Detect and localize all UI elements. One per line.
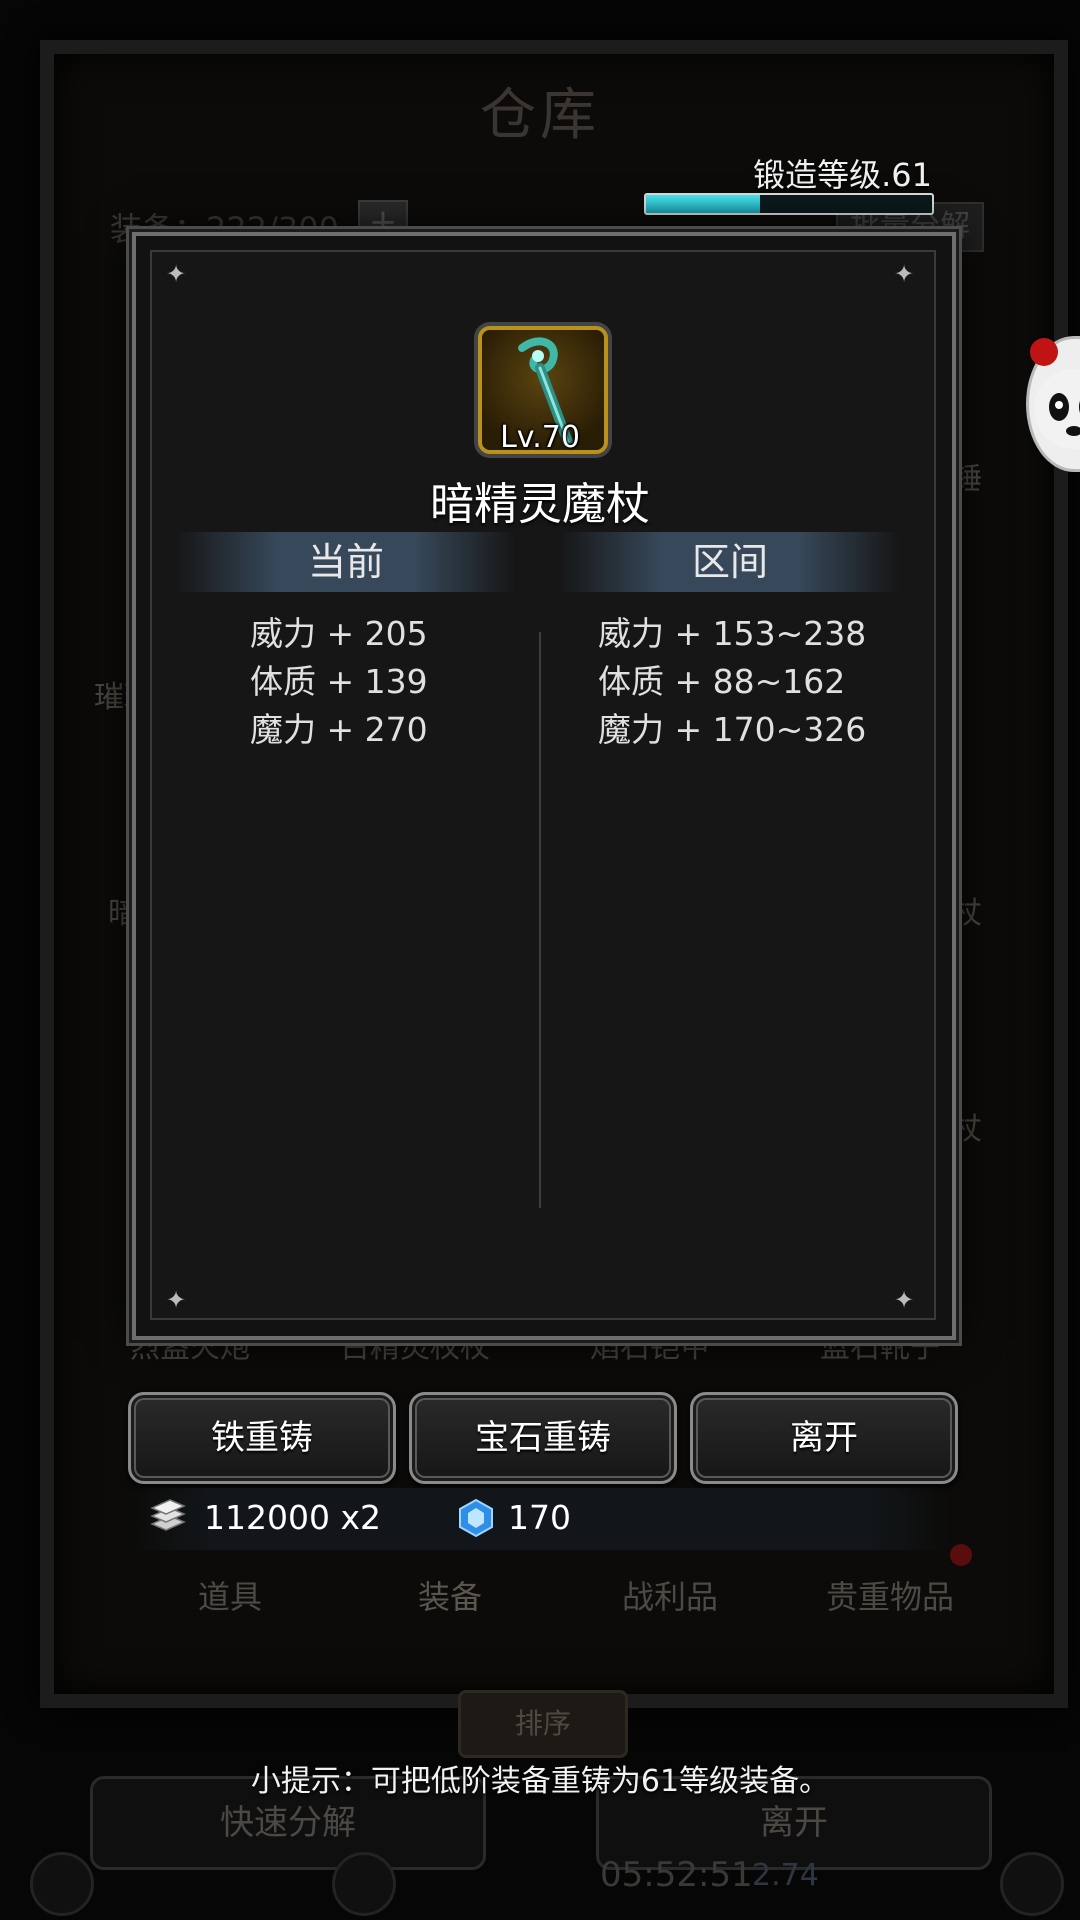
item-level: Lv.70 bbox=[500, 420, 580, 455]
sort-button[interactable]: 排序 bbox=[458, 1690, 628, 1758]
warehouse-title: 仓库 bbox=[480, 83, 600, 148]
current-stat-power: 威力 + 205 bbox=[250, 614, 428, 653]
menu-circle-icon[interactable] bbox=[332, 1852, 396, 1916]
countdown-timer: 05:52:51 bbox=[600, 1855, 753, 1895]
menu-circle-icon[interactable] bbox=[30, 1852, 94, 1916]
range-stat-magic: 魔力 + 170~326 bbox=[598, 710, 867, 749]
gem-counter-partial: 2.74 bbox=[752, 1858, 819, 1893]
tab-loot[interactable]: 战利品 bbox=[560, 1572, 780, 1632]
current-stat-constitution: 体质 + 139 bbox=[250, 662, 428, 701]
bg-item-label: 锤 bbox=[952, 462, 982, 497]
range-stat-constitution: 体质 + 88~162 bbox=[598, 662, 846, 701]
iron-ingot-icon bbox=[148, 1498, 188, 1538]
range-stat-power: 威力 + 153~238 bbox=[598, 614, 867, 653]
gem-reforge-button[interactable]: 宝石重铸 bbox=[409, 1392, 677, 1484]
tab-valuables[interactable]: 贵重物品 bbox=[780, 1572, 1000, 1632]
current-stat-magic: 魔力 + 270 bbox=[250, 710, 428, 749]
corner-star-icon: ✦ bbox=[165, 260, 187, 288]
range-stats-list: 威力 + 153~238 体质 + 88~162 魔力 + 170~326 bbox=[598, 610, 866, 754]
iron-reforge-button[interactable]: 铁重铸 bbox=[128, 1392, 396, 1484]
bg-item-label: 杖 bbox=[952, 896, 982, 931]
current-column-header: 当前 bbox=[176, 532, 516, 592]
current-stats-list: 威力 + 205 体质 + 139 魔力 + 270 bbox=[250, 610, 428, 754]
tab-equipment[interactable]: 装备 bbox=[340, 1572, 560, 1632]
leave-button[interactable]: 离开 bbox=[690, 1392, 958, 1484]
panda-badge bbox=[1030, 338, 1058, 366]
corner-star-icon: ✦ bbox=[165, 1286, 187, 1314]
range-column-header: 区间 bbox=[560, 532, 900, 592]
column-divider bbox=[539, 632, 541, 1208]
corner-star-icon: ✦ bbox=[893, 1286, 915, 1314]
forge-level-progress-bar bbox=[644, 193, 934, 215]
notification-dot bbox=[950, 1544, 972, 1566]
blue-gem-icon bbox=[456, 1498, 496, 1538]
tab-items[interactable]: 道具 bbox=[120, 1572, 340, 1632]
bg-item-label: 杖 bbox=[952, 1112, 982, 1147]
hint-text: 小提示：可把低阶装备重铸为61等级装备。 bbox=[250, 1764, 830, 1799]
forge-level-progress-fill bbox=[646, 195, 761, 213]
iron-cost: 112000 x2 bbox=[204, 1498, 381, 1537]
gem-cost: 170 bbox=[508, 1498, 571, 1537]
forge-level-label: 锻造等级.61 bbox=[753, 156, 932, 194]
warehouse-tabs: 道具 装备 战利品 贵重物品 bbox=[120, 1572, 1000, 1632]
add-icon[interactable] bbox=[1000, 1852, 1064, 1916]
item-name: 暗精灵魔杖 bbox=[430, 479, 650, 530]
corner-star-icon: ✦ bbox=[893, 260, 915, 288]
